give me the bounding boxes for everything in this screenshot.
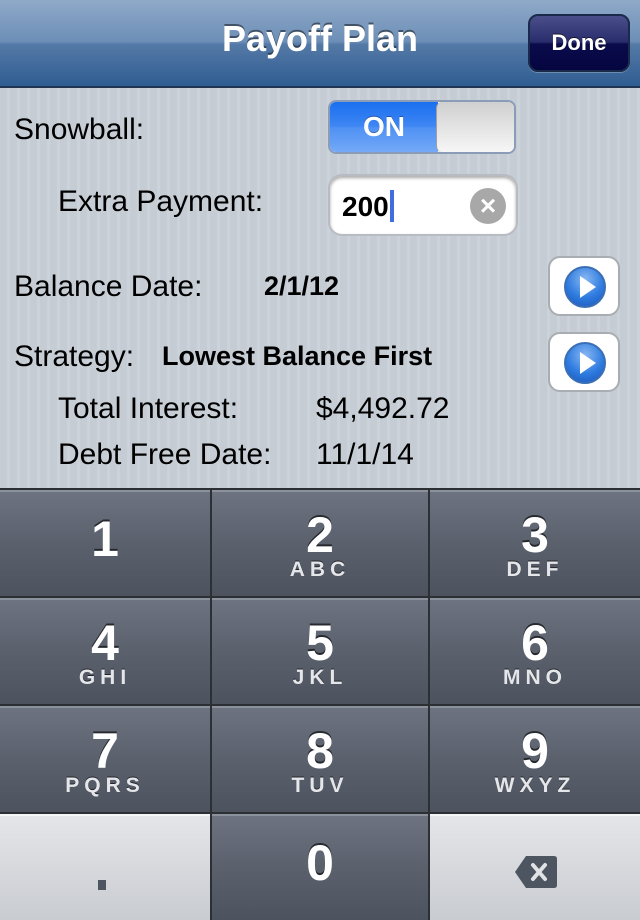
- debt-free-date-value: 11/1/14: [316, 438, 414, 471]
- key-3[interactable]: 3 DEF: [430, 490, 640, 596]
- payoff-form: Snowball: ON Extra Payment: 200 × Balanc…: [0, 88, 640, 488]
- disclosure-arrow-icon: [564, 266, 606, 308]
- toggle-on-label: ON: [330, 102, 438, 152]
- key-4[interactable]: 4 GHI: [0, 598, 210, 704]
- key-9[interactable]: 9 WXYZ: [430, 706, 640, 812]
- key-1[interactable]: 1: [0, 490, 210, 596]
- key-0[interactable]: 0: [212, 814, 428, 920]
- key-5[interactable]: 5 JKL: [212, 598, 428, 704]
- text-caret: [389, 190, 394, 222]
- numeric-keypad: 1 2 ABC 3 DEF 4 GHI 5 JKL 6 MNO 7 PQRS 8…: [0, 488, 640, 920]
- strategy-label: Strategy:: [14, 340, 135, 373]
- key-6[interactable]: 6 MNO: [430, 598, 640, 704]
- strategy-disclosure-button[interactable]: [548, 332, 620, 392]
- balance-date-label: Balance Date:: [14, 270, 203, 303]
- done-button[interactable]: Done: [528, 14, 630, 72]
- balance-date-value: 2/1/12: [264, 271, 340, 301]
- total-interest-value: $4,492.72: [316, 392, 450, 425]
- key-7[interactable]: 7 PQRS: [0, 706, 210, 812]
- toggle-knob[interactable]: [436, 102, 514, 152]
- snowball-label: Snowball:: [14, 113, 145, 146]
- total-interest-label: Total Interest:: [58, 392, 239, 425]
- disclosure-arrow-icon: [564, 342, 606, 384]
- decimal-point-icon: [98, 880, 106, 890]
- key-decimal[interactable]: [0, 814, 210, 920]
- key-backspace[interactable]: [430, 814, 640, 920]
- extra-payment-value: 200: [342, 190, 394, 223]
- balance-date-disclosure-button[interactable]: [548, 256, 620, 316]
- extra-payment-input[interactable]: 200 ×: [328, 174, 518, 236]
- key-8[interactable]: 8 TUV: [212, 706, 428, 812]
- extra-payment-label: Extra Payment:: [58, 185, 264, 218]
- navigation-bar: Payoff Plan Done: [0, 0, 640, 88]
- backspace-icon: [515, 856, 557, 888]
- clear-icon[interactable]: ×: [470, 188, 506, 224]
- key-2[interactable]: 2 ABC: [212, 490, 428, 596]
- strategy-value: Lowest Balance First: [162, 341, 433, 371]
- debt-free-date-label: Debt Free Date:: [58, 438, 272, 471]
- snowball-toggle[interactable]: ON: [328, 100, 516, 154]
